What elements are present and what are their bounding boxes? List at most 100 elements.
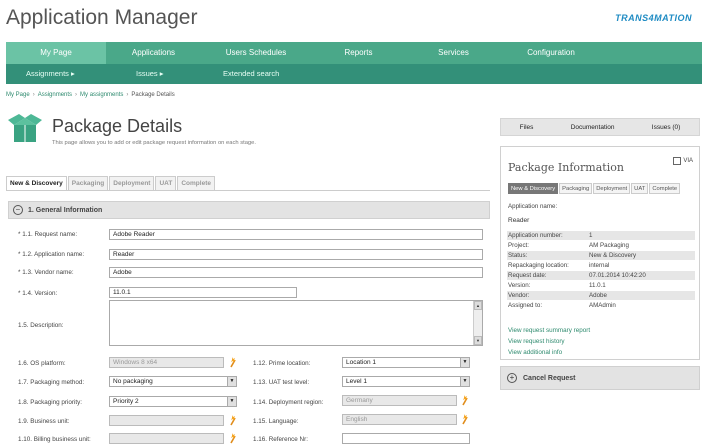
magic-wand-icon[interactable] <box>229 357 237 368</box>
app-title: Application Manager <box>6 6 198 29</box>
main-nav: My Page Applications Users Schedules Rep… <box>6 42 702 64</box>
business-unit-label: 1.9. Business unit: <box>18 418 70 425</box>
package-info-panel: Package Information VIA New & Discovery … <box>500 146 700 360</box>
magic-wand-icon[interactable] <box>461 414 469 425</box>
language-input[interactable]: English <box>342 414 457 425</box>
mini-tab-new-discovery[interactable]: New & Discovery <box>508 183 559 194</box>
info-row: Request date: 07.01.2014 10:42:20 <box>507 271 695 280</box>
side-tabs: Files Documentation Issues (0) <box>500 118 700 136</box>
breadcrumb-current: Package Details <box>131 92 175 98</box>
packaging-method-select[interactable]: No packaging ▼ <box>109 376 237 387</box>
request-name-input[interactable]: Adobe Reader <box>109 229 483 240</box>
subnav-extended-search[interactable]: Extended search <box>223 64 323 84</box>
mini-tab-packaging[interactable]: Packaging <box>559 183 593 194</box>
plus-circle-icon[interactable]: + <box>507 373 517 383</box>
breadcrumb-assignments[interactable]: Assignments <box>38 92 72 98</box>
checkbox-icon[interactable] <box>673 157 682 165</box>
subnav-issues[interactable]: Issues ▸ <box>136 64 223 84</box>
info-row: Vendor: Adobe <box>507 291 695 300</box>
nav-applications[interactable]: Applications <box>106 42 201 64</box>
tab-packaging[interactable]: Packaging <box>67 176 109 190</box>
info-key: Application number: <box>508 232 563 239</box>
dropdown-arrow-icon[interactable]: ▼ <box>227 377 236 386</box>
mini-tab-deployment[interactable]: Deployment <box>593 183 631 194</box>
magic-wand-icon[interactable] <box>229 433 237 444</box>
uat-test-level-value: Level 1 <box>346 378 367 385</box>
billing-business-unit-label: 1.10. Billing business unit: <box>18 436 91 443</box>
brand-logo[interactable]: TRANS4MATION <box>615 13 692 23</box>
nav-users-schedules[interactable]: Users Schedules <box>201 42 311 64</box>
view-summary-report-link[interactable]: View request summary report <box>508 327 590 334</box>
nav-configuration[interactable]: Configuration <box>501 42 601 64</box>
tab-uat[interactable]: UAT <box>155 176 177 190</box>
package-box-icon <box>8 114 42 142</box>
description-textarea[interactable]: ▲ ▼ <box>109 300 483 346</box>
info-row: Project: AM Packaging <box>507 241 695 250</box>
version-input[interactable]: 11.0.1 <box>109 287 297 298</box>
prime-location-select[interactable]: Location 1 ▼ <box>342 357 470 368</box>
breadcrumb-my-assignments[interactable]: My assignments <box>80 92 123 98</box>
mini-tab-uat[interactable]: UAT <box>631 183 649 194</box>
cancel-request-label: Cancel Request <box>523 374 576 382</box>
info-value: 07.01.2014 10:42:20 <box>589 272 646 279</box>
breadcrumb-separator: › <box>75 92 78 98</box>
tab-deployment[interactable]: Deployment <box>109 176 155 190</box>
info-key: Repackaging location: <box>508 262 569 269</box>
breadcrumb-separator: › <box>32 92 35 98</box>
side-tab-files[interactable]: Files <box>520 124 534 131</box>
info-key: Request date: <box>508 272 547 279</box>
via-checkbox[interactable]: VIA <box>673 157 693 165</box>
uat-test-level-select[interactable]: Level 1 ▼ <box>342 376 470 387</box>
scroll-up-icon[interactable]: ▲ <box>474 301 482 310</box>
packaging-priority-value: Priority 2 <box>113 398 139 405</box>
dropdown-arrow-icon[interactable]: ▼ <box>460 377 469 386</box>
info-key: Status: <box>508 252 528 259</box>
nav-my-page[interactable]: My Page <box>6 42 106 64</box>
tab-complete[interactable]: Complete <box>177 176 215 190</box>
nav-reports[interactable]: Reports <box>311 42 406 64</box>
nav-services[interactable]: Services <box>406 42 501 64</box>
reference-nr-input[interactable] <box>342 433 470 444</box>
info-row: Assigned to: AMAdmin <box>507 301 695 310</box>
info-key: Project: <box>508 242 529 249</box>
info-value: internal <box>589 262 610 269</box>
info-key: Vendor: <box>508 292 530 299</box>
billing-business-unit-input[interactable] <box>109 433 224 444</box>
business-unit-input[interactable] <box>109 415 224 426</box>
collapse-icon[interactable]: – <box>13 205 23 215</box>
info-value: Adobe <box>589 292 607 299</box>
info-value: AMAdmin <box>589 302 616 309</box>
view-request-history-link[interactable]: View request history <box>508 338 565 345</box>
tab-new-discovery[interactable]: New & Discovery <box>6 176 67 190</box>
side-tab-issues[interactable]: Issues (0) <box>652 124 681 131</box>
side-tab-documentation[interactable]: Documentation <box>571 124 615 131</box>
mini-tab-complete[interactable]: Complete <box>649 183 681 194</box>
view-additional-info-link[interactable]: View additional info <box>508 349 562 356</box>
os-platform-label: 1.6. OS platform: <box>18 360 66 367</box>
page-title: Package Details <box>52 116 183 136</box>
magic-wand-icon[interactable] <box>461 395 469 406</box>
scroll-down-icon[interactable]: ▼ <box>474 336 482 345</box>
subnav-assignments[interactable]: Assignments ▸ <box>26 64 136 84</box>
breadcrumb: My Page › Assignments › My assignments ›… <box>6 92 175 98</box>
section-title: 1. General Information <box>28 206 103 214</box>
dropdown-arrow-icon[interactable]: ▼ <box>460 358 469 367</box>
package-info-title: Package Information <box>508 161 624 174</box>
prime-location-label: 1.12. Prime location: <box>253 360 311 367</box>
application-name-input[interactable]: Reader <box>109 249 483 260</box>
vendor-name-input[interactable]: Adobe <box>109 267 483 278</box>
application-name-label: * 1.2. Application name: <box>18 251 85 258</box>
os-platform-input[interactable]: Windows 8 x64 <box>109 357 224 368</box>
description-scrollbar[interactable]: ▲ ▼ <box>473 301 482 345</box>
dropdown-arrow-icon[interactable]: ▼ <box>227 397 236 406</box>
version-label: * 1.4. Version: <box>18 290 58 297</box>
deployment-region-input[interactable]: Germany <box>342 395 457 406</box>
reference-nr-label: 1.16. Reference Nr: <box>253 436 308 443</box>
magic-wand-icon[interactable] <box>229 415 237 426</box>
breadcrumb-my-page[interactable]: My Page <box>6 92 30 98</box>
general-info-section-header[interactable]: – 1. General Information <box>8 201 490 219</box>
stage-tabs: New & Discovery Packaging Deployment UAT… <box>6 176 216 190</box>
packaging-priority-select[interactable]: Priority 2 ▼ <box>109 396 237 407</box>
cancel-request-button[interactable]: + Cancel Request <box>500 366 700 390</box>
info-row: Version: 11.0.1 <box>507 281 695 290</box>
